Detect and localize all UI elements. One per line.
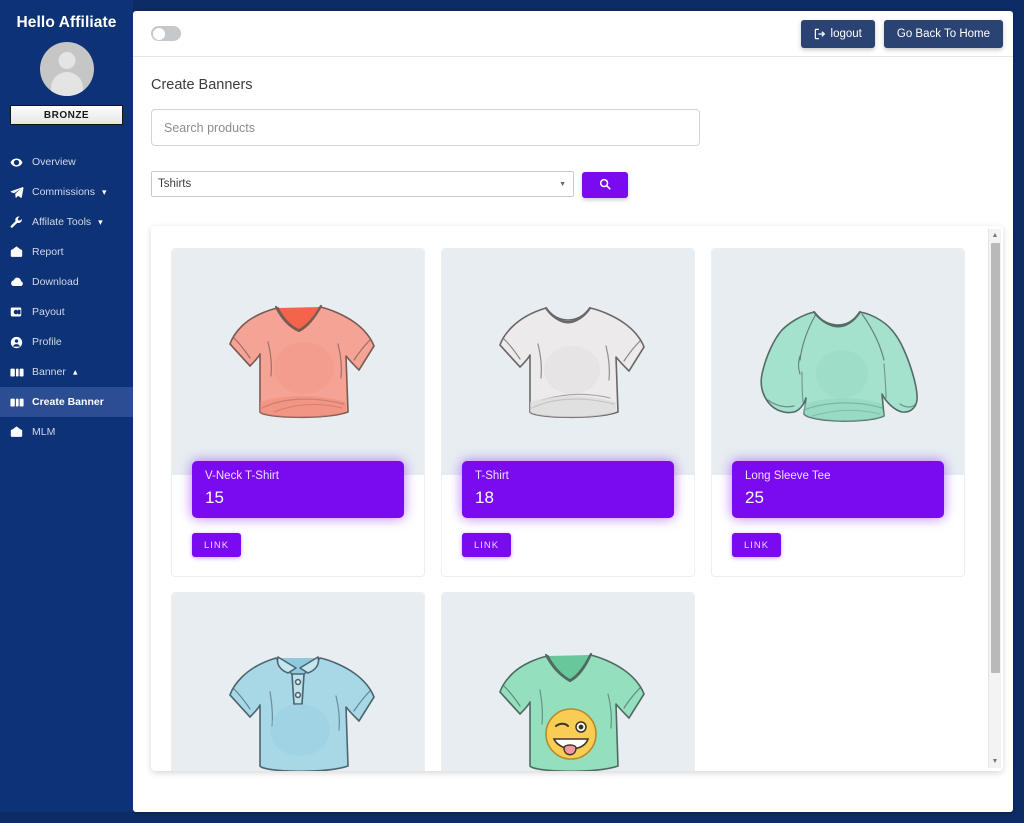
- vneck-emoji-tee-mint-illustration: [478, 626, 658, 771]
- product-scroll-area: V-Neck T-Shirt 15 LINK: [151, 226, 989, 771]
- product-image: [172, 249, 424, 475]
- sidebar-item-label: Overview: [32, 156, 76, 168]
- chevron-down-icon[interactable]: ▾: [98, 218, 103, 227]
- go-back-home-button[interactable]: Go Back To Home: [884, 20, 1003, 48]
- product-banner: Long Sleeve Tee 25: [732, 461, 944, 518]
- sidebar-item-label: Banner: [32, 366, 66, 378]
- paper-plane-icon: [10, 186, 32, 199]
- eye-icon: [10, 156, 32, 169]
- go-back-home-label: Go Back To Home: [897, 28, 990, 40]
- product-name: Long Sleeve Tee: [745, 470, 931, 484]
- content-area: Create Banners Tshirts ▼: [133, 57, 1013, 198]
- sidebar-toggle[interactable]: [151, 26, 181, 41]
- rank-badge: BRONZE: [10, 105, 123, 125]
- logout-label: logout: [831, 28, 862, 40]
- sidebar-item-affiliate-tools[interactable]: Affilate Tools ▾: [0, 207, 133, 237]
- app-frame: Hello Affiliate BRONZE Overview Commissi…: [0, 0, 1024, 812]
- sidebar-item-profile[interactable]: Profile: [0, 327, 133, 357]
- sidebar-item-banner[interactable]: Banner ▾: [0, 357, 133, 387]
- avatar-wrap: [0, 40, 133, 105]
- sidebar: Hello Affiliate BRONZE Overview Commissi…: [0, 0, 133, 812]
- product-card[interactable]: [441, 592, 695, 771]
- product-card[interactable]: [171, 592, 425, 771]
- product-card[interactable]: T-Shirt 18 LINK: [441, 248, 695, 577]
- polo-shirt-blue-illustration: [208, 626, 388, 771]
- search-icon: [599, 178, 611, 193]
- user-avatar-icon: [40, 42, 94, 96]
- sidebar-item-label: Create Banner: [32, 396, 104, 408]
- product-card[interactable]: Long Sleeve Tee 25 LINK: [711, 248, 965, 577]
- product-panel-scrollbar[interactable]: ▲ ▼: [988, 229, 1001, 768]
- filter-row: Tshirts ▼: [151, 171, 995, 198]
- page-title: Create Banners: [151, 77, 995, 93]
- wrench-icon: [10, 216, 32, 229]
- logout-icon: [814, 28, 826, 40]
- product-price: 15: [205, 489, 391, 508]
- category-select-value: Tshirts: [158, 178, 191, 190]
- emoji-graphic: [546, 709, 596, 759]
- chevron-up-icon[interactable]: ▾: [73, 368, 78, 377]
- product-banner: T-Shirt 18: [462, 461, 674, 518]
- product-panel: V-Neck T-Shirt 15 LINK: [151, 226, 1003, 771]
- product-card[interactable]: V-Neck T-Shirt 15 LINK: [171, 248, 425, 577]
- scroll-up-arrow-icon[interactable]: ▲: [989, 229, 1001, 242]
- product-grid: V-Neck T-Shirt 15 LINK: [171, 248, 989, 771]
- scroll-down-arrow-icon[interactable]: ▼: [989, 755, 1001, 768]
- sidebar-item-label: Payout: [32, 306, 65, 318]
- product-link-button[interactable]: LINK: [462, 533, 511, 557]
- money-icon: [10, 306, 32, 318]
- sidebar-item-download[interactable]: Download: [0, 267, 133, 297]
- product-image: [442, 249, 694, 475]
- sidebar-nav: Overview Commissions ▾ Affilate Tools ▾: [0, 147, 133, 447]
- envelope-icon: [10, 246, 32, 258]
- chevron-down-icon: ▼: [559, 181, 566, 188]
- sidebar-greeting: Hello Affiliate: [0, 14, 133, 40]
- product-link-button[interactable]: LINK: [192, 533, 241, 557]
- sidebar-item-report[interactable]: Report: [0, 237, 133, 267]
- product-price: 25: [745, 489, 931, 508]
- product-price: 18: [475, 489, 661, 508]
- sidebar-item-mlm[interactable]: MLM: [0, 417, 133, 447]
- sidebar-item-label: Profile: [32, 336, 62, 348]
- long-sleeve-tee-mint-illustration: [748, 282, 928, 442]
- scrollbar-thumb[interactable]: [991, 243, 1000, 673]
- product-image: [712, 249, 964, 475]
- product-image: [172, 593, 424, 771]
- category-select[interactable]: Tshirts ▼: [151, 171, 574, 197]
- sidebar-item-label: Commissions: [32, 186, 95, 198]
- vneck-tshirt-coral-illustration: [208, 282, 388, 442]
- logout-button[interactable]: logout: [801, 20, 875, 48]
- search-input[interactable]: [151, 109, 700, 146]
- product-name: V-Neck T-Shirt: [205, 470, 391, 484]
- sidebar-item-payout[interactable]: Payout: [0, 297, 133, 327]
- product-banner: V-Neck T-Shirt 15: [192, 461, 404, 518]
- main-panel: logout Go Back To Home Create Banners Ts…: [133, 11, 1013, 812]
- cloud-download-icon: [10, 277, 32, 288]
- envelope-icon: [10, 426, 32, 438]
- sidebar-item-label: Download: [32, 276, 79, 288]
- chevron-down-icon[interactable]: ▾: [102, 188, 107, 197]
- crewneck-tshirt-grey-illustration: [478, 282, 658, 442]
- sidebar-item-create-banner[interactable]: Create Banner: [0, 387, 133, 417]
- banner-icon: [10, 397, 32, 408]
- sidebar-item-commissions[interactable]: Commissions ▾: [0, 177, 133, 207]
- sidebar-item-label: MLM: [32, 426, 55, 438]
- sidebar-item-label: Affilate Tools: [32, 216, 91, 228]
- product-link-button[interactable]: LINK: [732, 533, 781, 557]
- user-circle-icon: [10, 336, 32, 349]
- search-button[interactable]: [582, 172, 628, 198]
- sidebar-item-overview[interactable]: Overview: [0, 147, 133, 177]
- product-image: [442, 593, 694, 771]
- sidebar-item-label: Report: [32, 246, 64, 258]
- product-name: T-Shirt: [475, 470, 661, 484]
- topbar: logout Go Back To Home: [133, 11, 1013, 57]
- banner-icon: [10, 367, 32, 378]
